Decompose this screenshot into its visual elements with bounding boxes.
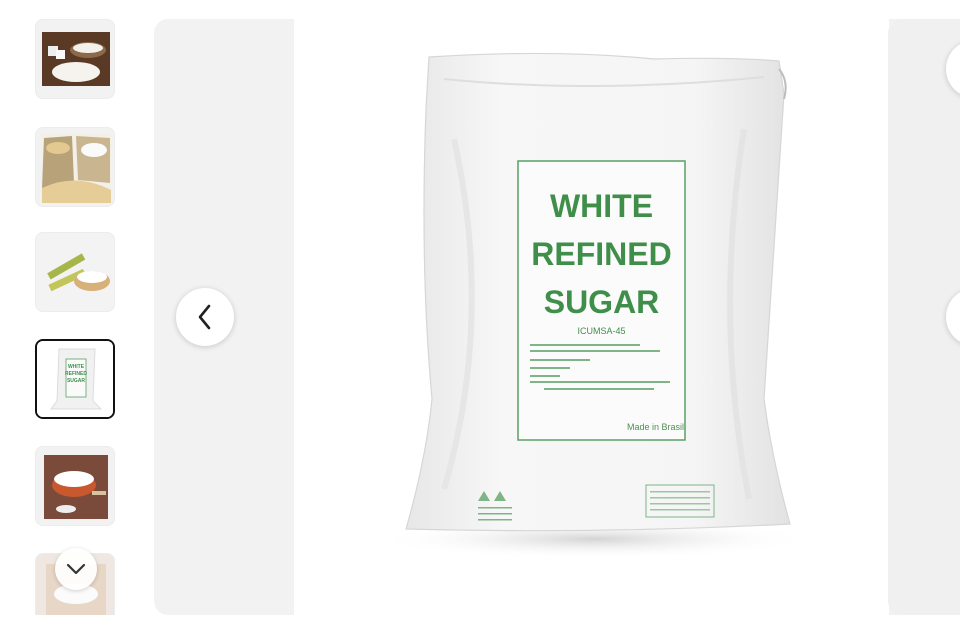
thumb-label-line2: REFINED bbox=[65, 371, 87, 377]
bag-title-line1: WHITE bbox=[549, 188, 654, 224]
thumb-sugar-bowls[interactable] bbox=[35, 19, 115, 99]
thumb-image bbox=[42, 32, 110, 86]
main-image-viewer: WHITE REFINED SUGAR ICUMSA-45 Made in Br… bbox=[154, 19, 960, 615]
bag-title-line3: SUGAR bbox=[543, 284, 660, 320]
thumb-sugar-sacks[interactable] bbox=[35, 127, 115, 207]
chevron-left-icon bbox=[198, 304, 211, 330]
thumbnails-scroll-down-button[interactable] bbox=[55, 548, 97, 590]
thumb-white-refined-sugar-bag[interactable]: WHITE REFINED SUGAR bbox=[35, 339, 115, 419]
thumbnail-list: WHITE REFINED SUGAR bbox=[35, 19, 117, 615]
bag-grade: ICUMSA-45 bbox=[577, 326, 626, 336]
previous-image-button[interactable] bbox=[176, 288, 234, 346]
thumb-sugarcane-bowl[interactable] bbox=[35, 232, 115, 312]
bag-origin: Made in Brasil bbox=[626, 422, 684, 432]
chevron-down-icon bbox=[66, 563, 86, 575]
thumb-image bbox=[44, 455, 108, 519]
thumb-label-line1: WHITE bbox=[68, 364, 85, 370]
thumb-image bbox=[41, 133, 111, 203]
thumb-image bbox=[36, 233, 114, 311]
thumb-image: WHITE REFINED SUGAR bbox=[37, 341, 113, 417]
product-image[interactable]: WHITE REFINED SUGAR ICUMSA-45 Made in Br… bbox=[294, 19, 889, 615]
thumb-label-line3: SUGAR bbox=[67, 378, 85, 384]
thumb-sugar-bowl-table[interactable] bbox=[35, 446, 115, 526]
bag-title-line2: REFINED bbox=[531, 236, 672, 272]
